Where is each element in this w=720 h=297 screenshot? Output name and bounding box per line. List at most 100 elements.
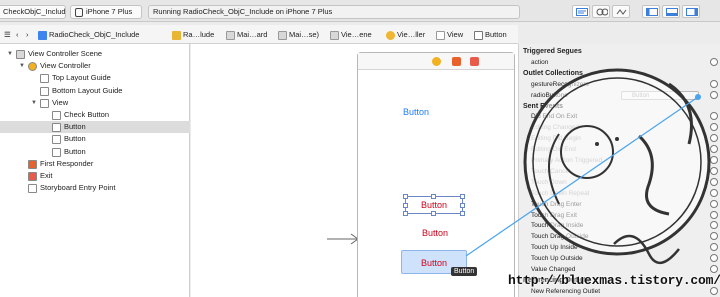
resize-handle[interactable]	[403, 203, 408, 208]
outline-row-label: Button	[64, 146, 86, 156]
disclosure-triangle-icon[interactable]: ▼	[31, 97, 39, 109]
outline-row[interactable]: Exit	[0, 170, 190, 182]
disclosure-triangle-icon[interactable]: ▼	[19, 60, 27, 72]
scene-dock	[358, 53, 514, 70]
crumb-group[interactable]: Ra…lude	[172, 29, 214, 41]
connection-row[interactable]: radioButtons Button	[531, 90, 718, 101]
connection-circle-icon[interactable]	[710, 57, 718, 66]
connection-circle-icon[interactable]	[710, 254, 718, 263]
connection-row[interactable]: Touch Drag Inside	[531, 220, 718, 231]
toolbar: CheckObjC_Include iPhone 7 Plus Running …	[0, 0, 720, 22]
resize-handle[interactable]	[403, 194, 408, 199]
view-controller-icon[interactable]	[432, 57, 441, 66]
resize-handle[interactable]	[460, 211, 465, 216]
toggle-navigator-button[interactable]	[642, 5, 660, 18]
canvas-button-top[interactable]: Button	[396, 105, 436, 119]
assistant-editor-button[interactable]	[592, 5, 610, 18]
outline-row-label: Check Button	[64, 110, 110, 119]
connection-row[interactable]: Touch Drag Enter	[531, 199, 718, 210]
outline-row[interactable]: ▼ View Controller Scene	[0, 48, 190, 60]
connection-row[interactable]: Touch Down Repeat	[531, 188, 718, 199]
disclosure-triangle-icon[interactable]: ▼	[7, 48, 15, 60]
jump-bar: ☰ ‹ › RadioCheck_ObjC_Include Ra…lude Ma…	[0, 25, 518, 44]
resize-handle[interactable]	[460, 203, 465, 208]
destination-selector[interactable]: iPhone 7 Plus	[70, 5, 142, 19]
connection-circle-icon[interactable]	[710, 79, 718, 88]
first-responder-icon[interactable]	[452, 57, 461, 66]
outline-row-label: View	[52, 97, 69, 107]
standard-editor-button[interactable]	[572, 5, 590, 18]
connection-circle-icon[interactable]	[710, 145, 718, 154]
resize-handle[interactable]	[460, 194, 465, 199]
connection-row[interactable]: Primary Action Triggered	[531, 155, 718, 166]
crumb-view[interactable]: View	[436, 29, 463, 41]
connection-circle-icon[interactable]	[710, 90, 718, 99]
outline-row[interactable]: Top Layout Guide	[0, 72, 190, 84]
connection-row[interactable]: Did End On Exit	[531, 111, 718, 122]
connection-circle-icon[interactable]	[710, 265, 718, 273]
outline-row[interactable]: ▼ View	[0, 97, 190, 109]
scheme-selector[interactable]: CheckObjC_Include	[0, 5, 66, 19]
connection-circle-icon[interactable]	[710, 112, 718, 121]
outline-row[interactable]: Storyboard Entry Point	[0, 182, 190, 194]
crumb-project[interactable]: RadioCheck_ObjC_Include	[38, 29, 139, 41]
connection-circle-icon[interactable]	[710, 221, 718, 230]
folder-icon	[172, 30, 181, 40]
connection-circle-icon[interactable]	[710, 166, 718, 175]
connection-row[interactable]: Touch Up Outside	[531, 253, 718, 264]
outline-row[interactable]: Button	[0, 133, 190, 145]
outline-row[interactable]: First Responder	[0, 158, 190, 170]
toggle-debug-area-button[interactable]	[662, 5, 680, 18]
crumb-button[interactable]: Button	[474, 29, 507, 41]
standard-editor-icon	[576, 8, 588, 16]
connection-circle-icon[interactable]	[710, 210, 718, 219]
first-responder-icon	[28, 159, 37, 169]
connection-circle-icon[interactable]	[710, 232, 718, 241]
connection-circle-icon[interactable]	[710, 156, 718, 164]
connection-row[interactable]: Touch Down	[531, 177, 718, 188]
project-icon	[38, 30, 47, 40]
exit-icon[interactable]	[470, 57, 479, 66]
connection-row[interactable]: Editing Did Begin	[531, 133, 718, 144]
connection-circle-icon[interactable]	[710, 199, 718, 208]
connection-label: New Referencing Outlet	[531, 287, 601, 295]
entry-point-icon	[28, 184, 37, 194]
connection-circle-icon[interactable]	[710, 188, 718, 197]
connection-row[interactable]: Touch Up Inside	[531, 242, 718, 253]
connection-row[interactable]: Editing Did End	[531, 144, 718, 155]
resize-handle[interactable]	[431, 211, 436, 216]
resize-handle[interactable]	[431, 194, 436, 199]
connection-circle-icon[interactable]	[710, 123, 718, 132]
canvas-button-red[interactable]: Button	[408, 226, 462, 240]
outline-row[interactable]: Button	[0, 146, 190, 158]
toggle-utilities-button[interactable]	[682, 5, 700, 18]
forward-arrow-icon[interactable]: ›	[26, 29, 29, 41]
canvas-button-selected[interactable]: Button	[406, 198, 462, 212]
connection-circle-icon[interactable]	[710, 177, 718, 186]
connection-row[interactable]: gestureRecognizers	[531, 79, 718, 90]
crumb-scene[interactable]: Vie…ene	[330, 29, 372, 41]
connection-circle-icon[interactable]	[710, 134, 718, 143]
connection-label: Touch Down	[531, 178, 567, 186]
outline-row[interactable]: ▼ View Controller	[0, 60, 190, 72]
resize-handle[interactable]	[403, 211, 408, 216]
crumb-storyboard-base[interactable]: Mai…se)	[278, 29, 319, 41]
connection-label: Touch Drag Outside	[531, 233, 589, 241]
outline-row[interactable]: Bottom Layout Guide	[0, 85, 190, 97]
connection-row[interactable]: Touch Drag Outside	[531, 231, 718, 242]
connection-row[interactable]: Touch Cancel	[531, 166, 718, 177]
back-arrow-icon[interactable]: ‹	[16, 29, 19, 41]
related-items-icon[interactable]: ☰	[4, 29, 11, 41]
crumb-view-controller[interactable]: Vie…ller	[386, 29, 425, 41]
connection-row[interactable]: action	[531, 57, 718, 68]
connection-target-chip[interactable]: Button	[621, 90, 699, 100]
connection-row[interactable]: Touch Drag Exit	[531, 210, 718, 221]
outline-row[interactable]: Check Button	[0, 109, 190, 121]
connection-circle-icon[interactable]	[710, 243, 718, 252]
outline-row-label: Bottom Layout Guide	[52, 85, 123, 95]
version-editor-button[interactable]	[612, 5, 630, 18]
connection-row[interactable]: Editing Changed	[531, 122, 718, 133]
outline-row-label: Storyboard Entry Point	[40, 183, 116, 193]
outline-row[interactable]: Button	[0, 121, 190, 134]
crumb-storyboard[interactable]: Mai…ard	[226, 29, 267, 41]
